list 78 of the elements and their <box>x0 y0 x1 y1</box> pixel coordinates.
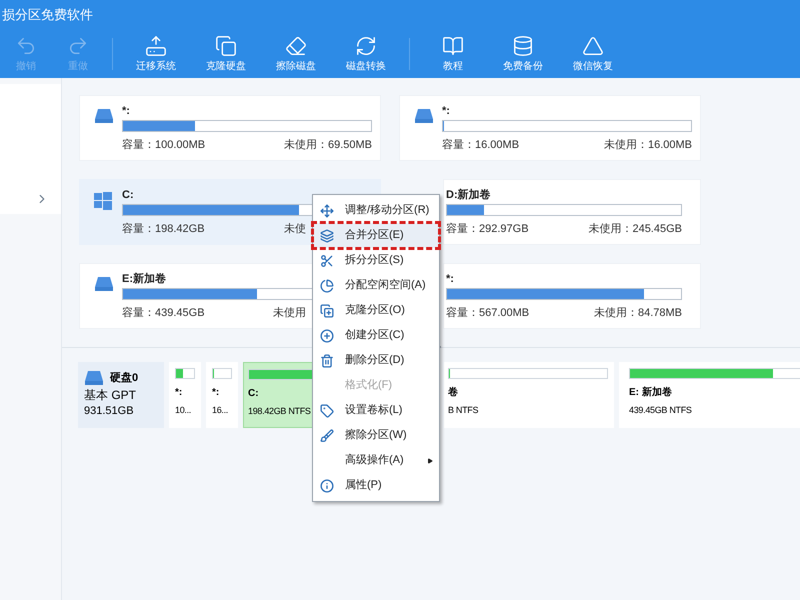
unused-text: 未使 <box>284 222 306 237</box>
toolbar-button[interactable]: 擦除磁盘 <box>261 31 331 77</box>
pie-chart-icon <box>320 278 334 292</box>
partition-card[interactable]: *: 容量：100.00MB 未使用：69.50MB <box>79 95 381 161</box>
partition-label: *: <box>212 386 220 400</box>
partition-label: C: <box>122 188 134 202</box>
disk-header[interactable]: 硬盘0 基本 GPT 931.51GB <box>78 362 164 428</box>
unused-text: 未使用：245.45GB <box>588 222 682 237</box>
capacity-text: 容量：567.00MB <box>446 306 530 321</box>
partition-info: B NTFS <box>448 404 478 417</box>
eraser-icon <box>285 34 307 56</box>
menu-item[interactable]: 高级操作(A) <box>313 448 439 473</box>
partition-label: 卷 <box>448 386 458 400</box>
menu-item[interactable]: 设置卷标(L) <box>313 398 439 423</box>
menu-item[interactable]: 擦除分区(W) <box>313 423 439 448</box>
unused-text: 未使用 <box>273 306 306 321</box>
partition-label: *: <box>122 104 130 118</box>
capacity-text: 容量：292.97GB <box>446 222 529 237</box>
capacity-text: 容量：198.42GB <box>122 222 205 237</box>
partition-label: *: <box>442 104 450 118</box>
partition-card[interactable]: D:新加卷 容量：292.97GB 未使用：245.45GB <box>443 179 701 245</box>
disk-type: 基本 GPT <box>84 386 138 402</box>
partition-block[interactable]: *: 10... <box>169 362 201 428</box>
partition-block[interactable]: E: 新加卷 439.45GB NTFS <box>619 362 800 428</box>
menu-item[interactable]: 删除分区(D) <box>313 348 439 373</box>
unused-text: 未使用：69.50MB <box>284 138 372 153</box>
toolbar-button[interactable]: 磁盘转换 <box>331 31 401 77</box>
partition-card[interactable]: *: 容量：567.00MB 未使用：84.78MB <box>443 263 701 329</box>
partition-label: *: <box>175 386 182 400</box>
partition-label: E:新加卷 <box>122 272 166 286</box>
toolbar-button[interactable]: 迁移系统 <box>121 31 191 77</box>
refresh-icon <box>355 34 377 56</box>
triangle-icon <box>582 34 604 56</box>
partition-label: C: <box>248 387 259 401</box>
brush-icon <box>320 428 334 442</box>
menu-item[interactable]: 合并分区(E) <box>313 223 439 248</box>
tag-icon <box>320 404 334 418</box>
partition-info: 198.42GB NTFS <box>248 405 311 418</box>
drive-icon <box>84 370 104 386</box>
partition-block[interactable]: 卷 B NTFS <box>444 362 614 428</box>
copy-icon <box>215 34 237 56</box>
drive-icon <box>94 108 114 124</box>
unused-text: 未使用：84.78MB <box>594 306 682 321</box>
toolbar-button[interactable]: 教程 <box>418 31 488 77</box>
disk-name: 硬盘0 <box>110 371 138 386</box>
capacity-text: 容量：16.00MB <box>442 138 520 153</box>
windows-icon <box>94 192 112 210</box>
copy-icon <box>320 304 334 318</box>
partition-info: 10... <box>175 404 192 417</box>
sidebar-panel[interactable] <box>0 84 61 214</box>
move-icon <box>320 204 334 218</box>
partition-block[interactable]: *: 16... <box>206 362 238 428</box>
partition-info: 439.45GB NTFS <box>629 404 692 417</box>
partition-label: D:新加卷 <box>446 188 491 202</box>
disk-size: 931.51GB <box>84 404 135 418</box>
unused-text: 未使用：16.00MB <box>604 138 692 153</box>
book-icon <box>442 34 464 56</box>
partition-label: *: <box>446 272 454 286</box>
capacity-text: 容量：100.00MB <box>122 138 206 153</box>
toolbar-button[interactable]: 微信恢复 <box>558 31 628 77</box>
drive-icon <box>414 108 434 124</box>
drive-icon <box>94 276 114 292</box>
partition-card[interactable]: *: 容量：16.00MB 未使用：16.00MB <box>399 95 701 161</box>
database-icon <box>512 34 534 56</box>
scissors-icon <box>320 254 334 268</box>
capacity-text: 容量：439.45GB <box>122 306 205 321</box>
submenu-arrow-icon <box>427 458 433 464</box>
toolbar-button[interactable]: 免费备份 <box>488 31 558 77</box>
partition-label: E: 新加卷 <box>629 385 672 400</box>
layers-icon <box>320 228 334 242</box>
window-title: 损分区免费软件 <box>1 6 93 24</box>
plus-circle-icon <box>320 328 334 342</box>
partition-info: 16... <box>212 404 228 417</box>
drive-arrow-icon <box>145 34 167 56</box>
toolbar-button[interactable]: 克隆硬盘 <box>191 31 261 77</box>
trash-icon <box>320 354 334 368</box>
info-icon <box>320 478 334 492</box>
menu-item[interactable]: 属性(P) <box>313 473 439 498</box>
